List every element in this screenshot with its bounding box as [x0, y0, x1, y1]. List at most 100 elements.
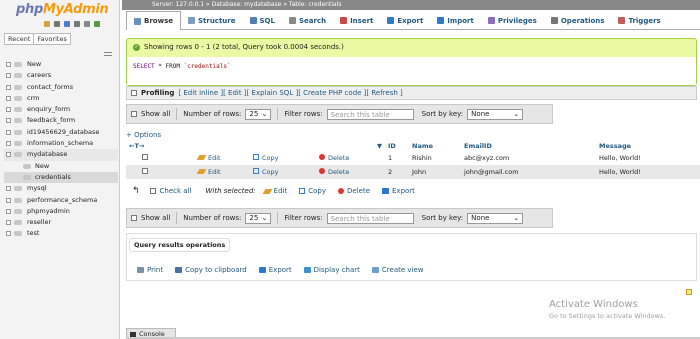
tab-triggers[interactable]: Triggers [611, 11, 667, 30]
docs-icon[interactable] [74, 21, 80, 27]
filter-rows-input[interactable]: Search this table [326, 108, 414, 120]
show-all-checkbox[interactable] [131, 111, 137, 117]
row-copy-button[interactable]: Copy [250, 151, 316, 165]
bulk-delete-button[interactable]: Delete [338, 187, 370, 195]
row-edit-button[interactable]: Edit [182, 151, 250, 165]
cell-id[interactable]: 2 [385, 165, 409, 179]
num-rows-select[interactable]: 25 ⌄ [245, 212, 272, 224]
expand-icon[interactable] [6, 220, 11, 226]
edit-inline-link[interactable]: [ Edit inline ] [178, 89, 223, 97]
expand-icon[interactable] [6, 95, 11, 101]
tab-sql[interactable]: SQL [243, 11, 282, 30]
export-button[interactable]: Export [258, 266, 292, 274]
tree-item-information-schema[interactable]: information_schema [4, 138, 118, 149]
expand-icon[interactable] [6, 129, 11, 135]
create-php-code-link[interactable]: [ Create PHP code ] [298, 89, 366, 97]
tree-item-new[interactable]: New [4, 59, 118, 70]
expand-icon[interactable] [6, 231, 11, 237]
tab-operations[interactable]: Operations [544, 11, 612, 30]
filter-rows-input[interactable]: Search this table [326, 212, 414, 224]
row-checkbox[interactable] [142, 168, 148, 174]
edit-link[interactable]: [ Edit ] [223, 89, 246, 97]
explain-sql-link[interactable]: [ Explain SQL ] [247, 89, 299, 97]
breadcrumb-table[interactable]: Table: credentials [289, 1, 342, 8]
bulk-export-button[interactable]: Export [382, 187, 415, 195]
tree-item-mydatabase[interactable]: mydatabase [4, 149, 118, 161]
phpmyadmin-logo[interactable]: phpMyAdmin [16, 2, 109, 17]
cell-email[interactable]: abc@xyz.com [461, 151, 596, 165]
tree-item-id19456629-database[interactable]: id19456629_database [4, 127, 118, 138]
column-header-emailid[interactable]: EmailID [461, 141, 596, 151]
tab-export[interactable]: Export [380, 11, 430, 30]
column-header-message[interactable]: Message [596, 141, 700, 151]
tree-item-performance-schema[interactable]: performance_schema [4, 195, 118, 206]
expand-icon[interactable] [6, 141, 11, 147]
create-view-button[interactable]: Create view [371, 266, 424, 274]
expand-icon[interactable] [6, 107, 11, 113]
tab-recent[interactable]: Recent [4, 33, 35, 45]
bulk-edit-button[interactable]: Edit [262, 187, 287, 195]
breadcrumb-server[interactable]: Server: 127.0.0.1 [152, 1, 204, 8]
collapse-sidebar-icon[interactable] [104, 52, 112, 56]
settings-icon[interactable] [84, 21, 90, 27]
num-rows-select[interactable]: 25 ⌄ [245, 108, 272, 120]
cell-id[interactable]: 1 [385, 151, 409, 165]
column-header-id[interactable]: ID [385, 141, 409, 151]
expand-icon[interactable] [6, 62, 11, 67]
sort-by-key-select[interactable]: None ⌄ [467, 212, 524, 224]
cell-message[interactable]: Hello, World! [596, 165, 700, 179]
expand-icon[interactable] [6, 197, 11, 203]
display-chart-button[interactable]: Display chart [303, 266, 360, 274]
tree-item-contact-forms[interactable]: contact_forms [4, 82, 118, 93]
cell-message[interactable]: Hello, World! [596, 151, 700, 165]
column-nav-arrows[interactable]: ←T→ [126, 141, 182, 151]
tree-item-enquiry-form[interactable]: enquiry_form [4, 104, 118, 115]
tree-item-feedback-form[interactable]: feedback_form [4, 115, 118, 126]
tab-insert[interactable]: Insert [333, 11, 380, 30]
tab-browse[interactable]: Browse [126, 11, 181, 30]
tree-item-test[interactable]: test [4, 228, 118, 239]
bookmark-icon[interactable] [686, 289, 692, 295]
tree-item-credentials[interactable]: credentials [4, 171, 118, 184]
row-delete-button[interactable]: Delete [316, 165, 374, 179]
tree-item-crm[interactable]: crm [4, 93, 118, 104]
row-edit-button[interactable]: Edit [182, 165, 250, 179]
tree-item-new-table[interactable]: New [4, 161, 118, 172]
tab-search[interactable]: Search [282, 11, 333, 30]
tree-item-mysql[interactable]: mysql [4, 183, 118, 194]
expand-icon[interactable] [6, 73, 11, 79]
tab-favorites[interactable]: Favorites [34, 33, 71, 45]
cell-email[interactable]: john@gmail.com [461, 165, 596, 179]
check-all-checkbox[interactable] [149, 188, 156, 194]
profiling-checkbox[interactable] [131, 90, 137, 96]
options-toggle[interactable]: + Options [126, 131, 161, 139]
check-all-label[interactable]: Check all [160, 187, 192, 195]
expand-icon[interactable] [6, 186, 11, 192]
tab-privileges[interactable]: Privileges [481, 11, 544, 30]
sql-query-box[interactable]: SELECT * FROM `credentials` [127, 57, 696, 85]
tab-import[interactable]: Import [430, 11, 481, 30]
breadcrumb-database[interactable]: Database: mydatabase [212, 1, 282, 8]
reload-icon[interactable] [94, 21, 100, 27]
collapse-icon[interactable] [6, 152, 11, 158]
logout-icon[interactable] [54, 21, 60, 27]
home-icon[interactable] [44, 21, 50, 27]
copy-to-clipboard-button[interactable]: Copy to clipboard [175, 266, 247, 274]
cell-name[interactable]: Rishin [409, 151, 461, 165]
show-all-checkbox[interactable] [131, 215, 137, 221]
expand-icon[interactable] [6, 208, 11, 214]
cell-name[interactable]: John [409, 165, 461, 179]
tree-item-careers[interactable]: careers [4, 70, 118, 81]
row-checkbox[interactable] [142, 154, 148, 160]
expand-icon[interactable] [6, 118, 11, 124]
tab-structure[interactable]: Structure [181, 11, 243, 30]
column-header-name[interactable]: Name [409, 141, 461, 151]
expand-icon[interactable] [6, 84, 11, 90]
row-delete-button[interactable]: Delete [316, 151, 374, 165]
row-copy-button[interactable]: Copy [250, 165, 316, 179]
print-button[interactable]: Print [137, 266, 163, 274]
tree-item-reseller[interactable]: reseller [4, 217, 118, 228]
sort-by-key-select[interactable]: None ⌄ [467, 108, 524, 120]
refresh-link[interactable]: [ Refresh ] [366, 89, 402, 97]
bulk-copy-button[interactable]: Copy [299, 187, 326, 195]
